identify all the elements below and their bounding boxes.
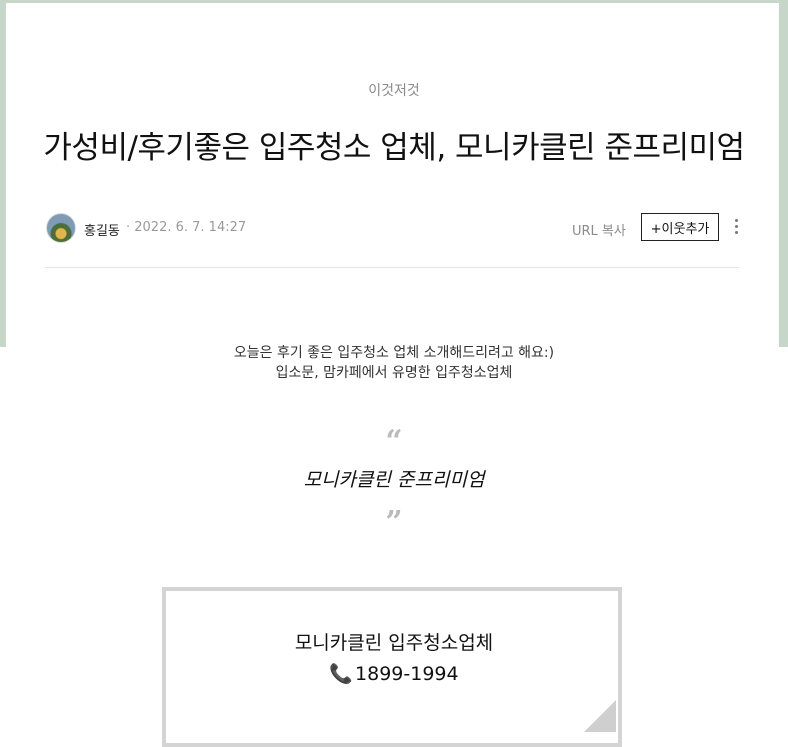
info-box-title: 모니카클린 입주청소업체 — [294, 632, 494, 654]
intro-line-2: 입소문, 맘카페에서 유명한 입주청소업체 — [275, 365, 513, 381]
post-date: · 2022. 6. 7. 14:27 — [126, 220, 247, 235]
info-box-phone: 📞 1899-1994 — [0, 662, 788, 685]
author-name[interactable]: 홍길동 — [84, 220, 120, 239]
more-options-icon[interactable] — [732, 219, 740, 239]
post-category[interactable]: 이것저것 — [0, 80, 788, 100]
intro-line-1: 오늘은 후기 좋은 입주청소 업체 소개해드리려고 해요:) — [233, 345, 555, 361]
post-meta: 홍길동 · 2022. 6. 7. 14:27 URL 복사 +이웃추가 — [46, 213, 746, 245]
quote-text: 모니카클린 준프리미엄 — [303, 469, 485, 491]
phone-number: 1899-1994 — [355, 663, 459, 685]
avatar[interactable] — [46, 213, 76, 243]
header-divider — [45, 267, 739, 268]
page-fold-corner — [584, 700, 616, 732]
post-header-card — [6, 3, 779, 347]
post-title: 가성비/후기좋은 입주청소 업체, 모니카클린 준프리미엄 — [43, 130, 745, 166]
intro-text: 오늘은 후기 좋은 입주청소 업체 소개해드리려고 해요:) 입소문, 맘카페에… — [0, 343, 788, 383]
quote-open-icon: “ — [385, 424, 403, 459]
phone-icon: 📞 — [329, 663, 354, 685]
url-copy-button[interactable]: URL 복사 — [572, 220, 626, 239]
quote-close-icon: ” — [385, 505, 403, 540]
add-neighbor-button[interactable]: +이웃추가 — [641, 213, 719, 241]
